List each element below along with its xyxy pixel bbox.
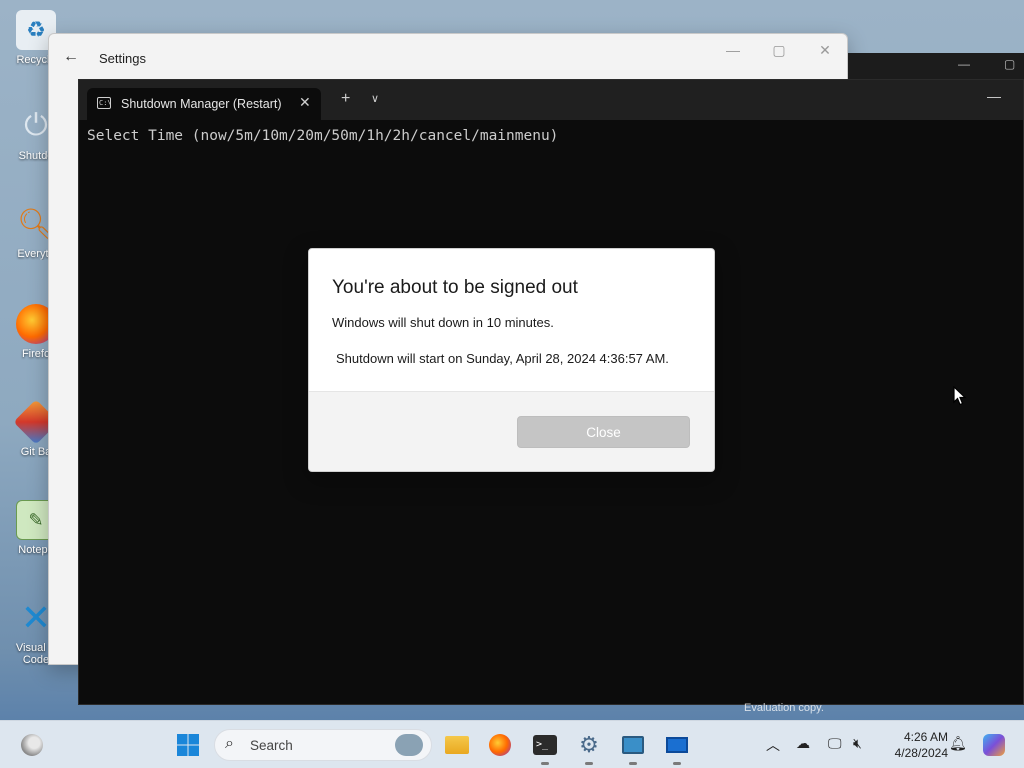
dialog-detail: Shutdown will start on Sunday, April 28,…: [336, 351, 669, 366]
chevron-up-icon[interactable]: ︿: [766, 735, 780, 755]
copilot-icon[interactable]: [980, 731, 1008, 759]
dialog-footer: Close: [309, 392, 714, 471]
app-icon[interactable]: [663, 731, 691, 765]
chevron-down-icon[interactable]: ∨: [371, 92, 379, 105]
notification-bell-icon[interactable]: 🔔︎: [949, 735, 967, 752]
remote-desktop-icon[interactable]: [619, 731, 647, 765]
terminal-tabbar: C:\ Shutdown Manager (Restart) ✕ + ∨ —: [79, 80, 1023, 120]
tab-close-icon[interactable]: ✕: [299, 94, 311, 111]
file-explorer-icon[interactable]: [443, 731, 471, 759]
evaluation-watermark: Evaluation copy.: [744, 702, 824, 714]
new-tab-icon[interactable]: +: [341, 91, 350, 107]
terminal-output[interactable]: Select Time (now/5m/10m/20m/50m/1h/2h/ca…: [87, 128, 558, 144]
background-terminal-titlebar[interactable]: — ▢: [848, 53, 1024, 79]
start-icon[interactable]: [174, 731, 202, 759]
taskbar: ⌕ Search >_ ⚙ ︿ ☁ 🖵︎ 🔇︎ 4:26 AM 4/28/202…: [0, 720, 1024, 768]
settings-icon[interactable]: ⚙: [575, 731, 603, 765]
volume-muted-icon[interactable]: 🔇︎: [853, 735, 862, 752]
network-icon[interactable]: 🖵︎: [828, 735, 842, 752]
settings-titlebar[interactable]: ← Settings — ▢ ✕: [49, 34, 847, 82]
terminal-tab-title: Shutdown Manager (Restart): [121, 97, 282, 111]
minimize-icon[interactable]: —: [721, 42, 745, 58]
minimize-icon[interactable]: —: [958, 57, 970, 71]
search-highlight-icon: [395, 734, 423, 756]
settings-title: Settings: [99, 51, 146, 66]
close-icon[interactable]: ✕: [813, 42, 837, 59]
onedrive-icon[interactable]: ☁: [796, 735, 810, 752]
firefox-icon[interactable]: [486, 731, 514, 759]
close-button[interactable]: Close: [517, 416, 690, 448]
minimize-icon[interactable]: —: [987, 88, 1001, 104]
console-icon: C:\: [97, 97, 112, 109]
maximize-icon[interactable]: ▢: [767, 42, 791, 59]
dialog-body: You're about to be signed out Windows wi…: [309, 249, 714, 392]
edge-icon[interactable]: [18, 731, 46, 759]
search-icon: ⌕: [225, 735, 234, 752]
dialog-message: Windows will shut down in 10 minutes.: [332, 315, 554, 330]
terminal-icon[interactable]: >_: [531, 731, 559, 765]
clock-date: 4/28/2024: [894, 746, 948, 760]
search-input[interactable]: ⌕ Search: [214, 729, 432, 761]
terminal-tab[interactable]: C:\ Shutdown Manager (Restart) ✕: [87, 88, 321, 120]
maximize-icon[interactable]: ▢: [1004, 57, 1015, 71]
shutdown-dialog: You're about to be signed out Windows wi…: [308, 248, 715, 472]
back-arrow-icon[interactable]: ←: [63, 48, 79, 66]
clock-time: 4:26 AM: [903, 730, 948, 744]
search-placeholder: Search: [250, 738, 293, 753]
clock[interactable]: 4:26 AM 4/28/2024: [878, 729, 948, 761]
mouse-cursor-icon: [953, 386, 967, 406]
dialog-title: You're about to be signed out: [332, 277, 578, 298]
